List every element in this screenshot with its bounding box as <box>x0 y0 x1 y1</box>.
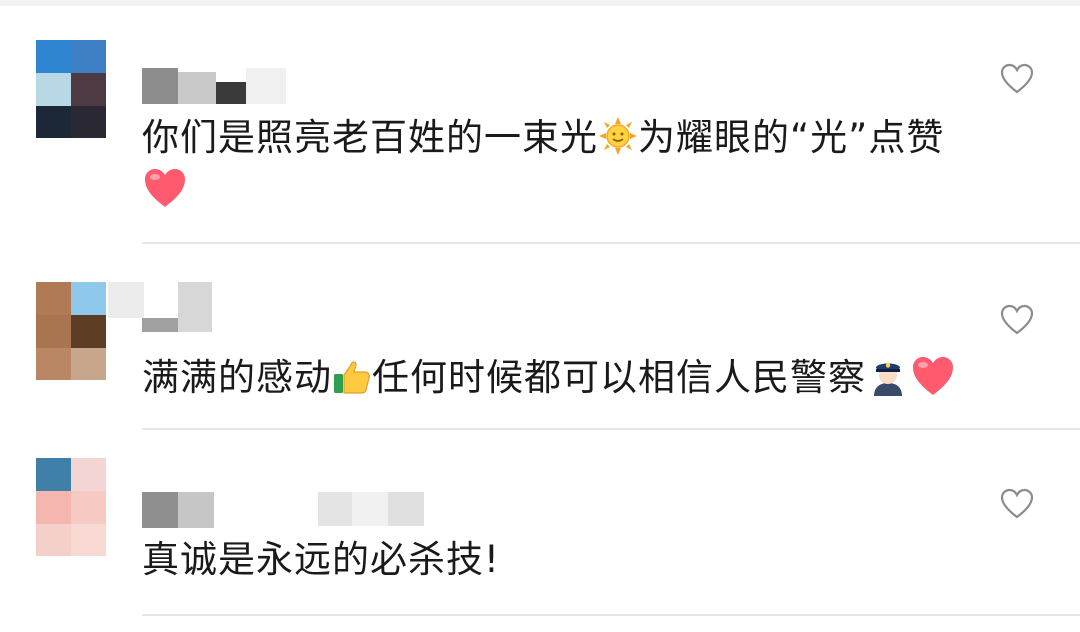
red-heart-emoji-icon <box>142 166 188 210</box>
like-heart-icon[interactable] <box>1000 488 1034 520</box>
thumbs-up-emoji-icon <box>332 356 372 396</box>
comment-item: 满满的感动 任何时候都可以相信人民警察 <box>0 244 1080 430</box>
comment-item: 真诚是永远的必杀技! <box>0 430 1080 632</box>
comment-text: 满满的感动 任何时候都可以相信人民警察 <box>142 352 1032 404</box>
sun-emoji-icon <box>598 116 638 156</box>
comment-text: 你们是照亮老百姓的一束光 为耀眼的“光”点赞 <box>142 112 1032 216</box>
comment-text-part1: 真诚是永远的必杀技! <box>142 538 500 581</box>
username-blurred[interactable] <box>142 492 432 532</box>
comment-text-part1: 你们是照亮老百姓的一束光 <box>142 116 598 159</box>
comment-text-part2: 为耀眼的“光”点赞 <box>638 116 945 159</box>
avatar[interactable] <box>36 458 106 556</box>
username-blurred[interactable] <box>108 282 287 332</box>
avatar[interactable] <box>36 282 106 380</box>
comment-text: 真诚是永远的必杀技! <box>142 534 1032 586</box>
like-heart-icon[interactable] <box>1000 304 1034 336</box>
comment-text-part2: 任何时候都可以相信人民警察 <box>372 356 866 399</box>
divider <box>142 614 1080 616</box>
police-officer-emoji-icon <box>866 356 910 396</box>
red-heart-emoji-icon <box>910 354 956 398</box>
comment-item: 你们是照亮老百姓的一束光 为耀眼的“光”点赞 <box>0 0 1080 244</box>
username-blurred[interactable] <box>142 68 287 108</box>
like-heart-icon[interactable] <box>1000 63 1034 95</box>
comment-text-part1: 满满的感动 <box>142 356 332 399</box>
avatar[interactable] <box>36 40 106 138</box>
